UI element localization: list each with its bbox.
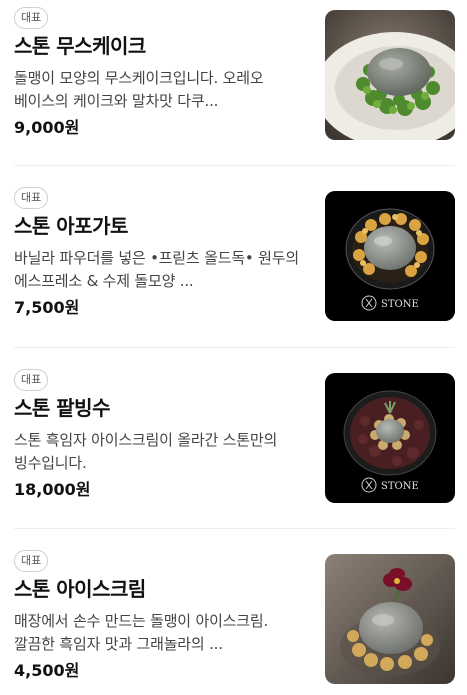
patbingsu-photo[interactable]: STONE <box>325 373 455 503</box>
divider <box>14 347 455 348</box>
affogato-photo[interactable]: STONE <box>325 191 455 321</box>
menu-item-info: 대표 스톤 무스케이크 돌맹이 모양의 무스케이크입니다. 오레오 베이스의 케… <box>14 6 310 139</box>
divider <box>14 165 455 166</box>
menu-item-name: 스톤 팥빙수 <box>14 396 110 420</box>
menu-item-name: 스톤 아포가토 <box>14 214 128 238</box>
signature-badge: 대표 <box>14 187 49 209</box>
mousse-cake-photo[interactable] <box>325 10 455 140</box>
signature-badge: 대표 <box>14 369 49 391</box>
patbingsu-logo-text: STONE <box>381 481 419 492</box>
mousse-cake-image <box>325 10 455 140</box>
menu-item-stone-affogato[interactable]: 대표 스톤 아포가토 바닐라 파우더를 넣은 •프릳츠 올드독• 원두의 에스프… <box>0 186 467 331</box>
affogato-logo-text: STONE <box>381 299 419 310</box>
menu-item-description: 바닐라 파우더를 넣은 •프릳츠 올드독• 원두의 에스프레소 & 수제 돌모양… <box>14 249 299 290</box>
menu-item-name: 스톤 아이스크림 <box>14 577 146 601</box>
patbingsu-image: STONE <box>325 373 455 503</box>
menu-item-info: 대표 스톤 아이스크림 매장에서 손수 만드는 돌맹이 아이스크림. 깔끔한 흑… <box>14 549 310 682</box>
menu-item-info: 대표 스톤 팥빙수 스톤 흑임자 아이스크림이 올라간 스톤만의 빙수입니다. … <box>14 368 310 501</box>
menu-item-price: 4,500원 <box>14 661 80 680</box>
menu-item-description: 돌맹이 모양의 무스케이크입니다. 오레오 베이스의 케이크와 말차맛 다쿠..… <box>14 69 264 110</box>
affogato-image: STONE <box>325 191 455 321</box>
menu-item-info: 대표 스톤 아포가토 바닐라 파우더를 넣은 •프릳츠 올드독• 원두의 에스프… <box>14 186 310 319</box>
menu-item-price: 7,500원 <box>14 298 80 317</box>
menu-list: 대표 스톤 무스케이크 돌맹이 모양의 무스케이크입니다. 오레오 베이스의 케… <box>0 0 467 695</box>
menu-item-name: 스톤 무스케이크 <box>14 34 146 58</box>
menu-item-price: 18,000원 <box>14 480 91 499</box>
divider <box>14 528 455 529</box>
menu-item-description: 매장에서 손수 만드는 돌맹이 아이스크림. 깔끔한 흑임자 맛과 그래놀라의 … <box>14 612 269 653</box>
menu-item-stone-ice-cream[interactable]: 대표 스톤 아이스크림 매장에서 손수 만드는 돌맹이 아이스크림. 깔끔한 흑… <box>0 549 467 694</box>
menu-item-stone-patbingsu[interactable]: 대표 스톤 팥빙수 스톤 흑임자 아이스크림이 올라간 스톤만의 빙수입니다. … <box>0 368 467 513</box>
ice-cream-photo[interactable] <box>325 554 455 684</box>
ice-cream-image <box>325 554 455 684</box>
menu-item-stone-mousse-cake[interactable]: 대표 스톤 무스케이크 돌맹이 모양의 무스케이크입니다. 오레오 베이스의 케… <box>0 6 467 151</box>
menu-item-price: 9,000원 <box>14 118 80 137</box>
signature-badge: 대표 <box>14 7 49 29</box>
signature-badge: 대표 <box>14 550 49 572</box>
menu-item-description: 스톤 흑임자 아이스크림이 올라간 스톤만의 빙수입니다. <box>14 431 278 472</box>
